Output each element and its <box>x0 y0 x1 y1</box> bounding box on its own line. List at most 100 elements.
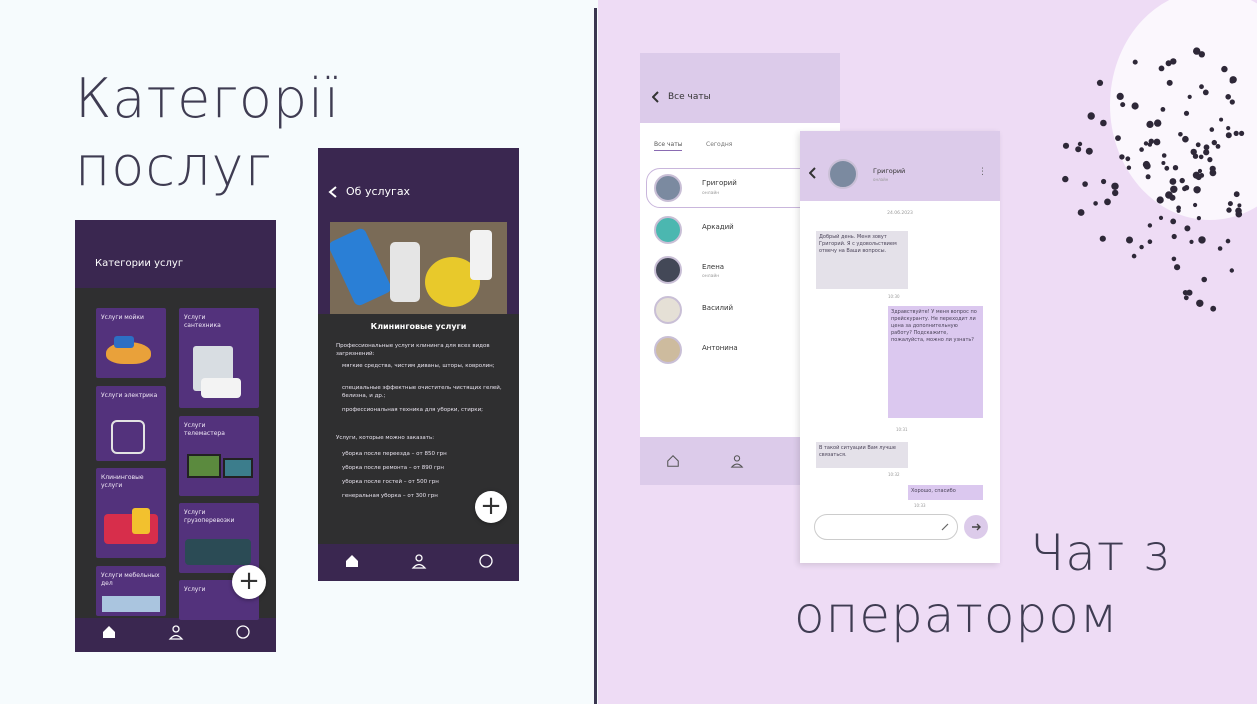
tile-furniture[interactable]: Услуги мебельных дел <box>96 566 166 616</box>
decor-dot <box>1142 160 1150 169</box>
decor-dot <box>1178 132 1183 137</box>
decor-dot <box>1196 299 1204 307</box>
decor-dot <box>1225 238 1231 244</box>
decor-dot <box>1221 65 1228 73</box>
chat-contact-name: Григорий <box>873 167 906 175</box>
tile-label: Услуги мебельных дел <box>101 572 160 587</box>
decor-dot <box>1202 89 1209 96</box>
tile-electric[interactable]: Услуги электрика <box>96 386 166 461</box>
decor-dot <box>1233 130 1239 136</box>
panel-title-line1: Чат з <box>1030 524 1171 582</box>
tile-tv[interactable]: Услуги телемастера <box>179 416 259 496</box>
tile-moving[interactable]: Услуги грузоперевозки <box>179 503 259 573</box>
decor-dot <box>1119 154 1125 160</box>
decor-dot <box>1239 130 1245 136</box>
chat-icon[interactable] <box>478 553 494 569</box>
decor-dot <box>1172 165 1179 171</box>
decor-dot <box>1139 147 1144 152</box>
chat-icon[interactable] <box>235 624 251 640</box>
tile-plumbing[interactable]: Услуги сантехника <box>179 308 259 408</box>
decor-dot <box>1143 141 1149 146</box>
bottom-nav <box>318 541 519 581</box>
message-time: 10:31 <box>896 427 908 432</box>
service-bullet: специальные эффектные очиститель чистящи… <box>342 385 502 399</box>
decor-dot <box>1183 295 1189 301</box>
service-price: уборка после гостей – от 500 грн <box>342 479 439 485</box>
user-icon[interactable] <box>411 553 427 569</box>
contact-name[interactable]: Аркадий <box>702 223 734 231</box>
send-button[interactable] <box>964 515 988 539</box>
back-icon[interactable] <box>809 167 817 179</box>
home-icon[interactable] <box>666 454 680 468</box>
service-back-label[interactable]: Об услугах <box>346 185 410 198</box>
decor-dot <box>1154 119 1162 127</box>
decor-dot <box>1192 171 1200 179</box>
decor-dot <box>1196 216 1201 221</box>
decor-dot <box>1147 223 1153 228</box>
decor-dot <box>1229 268 1234 273</box>
message-user: Хорошо, спасибо <box>908 485 983 500</box>
decor-dot <box>1182 290 1188 296</box>
decor-dot <box>1077 209 1085 216</box>
decor-dot <box>1101 178 1107 185</box>
decor-dot <box>1166 79 1173 86</box>
tab-today[interactable]: Сегодня <box>706 141 732 148</box>
service-intro: Профессиональные услуги клининга для все… <box>336 343 490 357</box>
back-icon[interactable] <box>652 91 660 103</box>
tile-image-detail <box>132 508 150 534</box>
contact-status: онлайн <box>702 274 720 279</box>
decor-dot <box>1147 239 1153 244</box>
decor-dot <box>1183 110 1190 116</box>
add-button[interactable]: + <box>475 491 507 523</box>
paperclip-icon[interactable] <box>940 522 950 532</box>
decor-dot <box>1174 264 1181 271</box>
tile-cleaning[interactable]: Клининговые услуги <box>96 468 166 558</box>
decor-dot <box>1184 225 1191 232</box>
service-bullet: профессиональная техника для уборки, сти… <box>342 407 484 413</box>
add-button[interactable]: + <box>232 565 266 599</box>
tab-all[interactable]: Все чаты <box>654 141 683 151</box>
decor-dot <box>1126 236 1133 244</box>
contact-name[interactable]: Василий <box>702 304 733 312</box>
message-input[interactable] <box>814 514 958 540</box>
contact-name[interactable]: Елена <box>702 263 724 271</box>
decor-dot <box>1111 182 1119 190</box>
tile-washing[interactable]: Услуги мойки <box>96 308 166 378</box>
decor-dot <box>1226 126 1231 131</box>
tile-label: Клининговые услуги <box>101 474 144 489</box>
tile-image <box>111 420 145 454</box>
decor-dot <box>1116 92 1124 100</box>
tile-image <box>187 454 221 478</box>
user-icon[interactable] <box>730 454 744 468</box>
decor-dot <box>1077 141 1083 147</box>
decor-dot <box>1187 94 1192 99</box>
decor-dot <box>1085 147 1093 155</box>
home-icon[interactable] <box>344 553 360 569</box>
decor-dot <box>1099 235 1106 242</box>
decor-dot <box>1139 244 1144 250</box>
avatar <box>828 159 858 189</box>
tile-label: Услуги грузоперевозки <box>184 509 235 524</box>
decor-dot <box>1235 207 1242 215</box>
service-title: Клининговые услуги <box>370 322 467 331</box>
service-price: уборка после ремонта – от 890 грн <box>342 465 444 471</box>
back-icon[interactable] <box>328 185 338 198</box>
contact-name[interactable]: Антонина <box>702 344 738 352</box>
message-time: 10:32 <box>888 472 900 477</box>
avatar <box>654 336 682 364</box>
message-time: 10:33 <box>914 503 926 508</box>
chat-date: 24.06.2023 <box>887 211 913 216</box>
service-price: уборка после переезда – от 850 грн <box>342 451 447 457</box>
panel-title-line2: послуг <box>75 135 273 198</box>
plus-icon: + <box>238 566 260 596</box>
decor-dot <box>1165 191 1173 199</box>
home-icon[interactable] <box>101 624 117 640</box>
decor-dot <box>1182 186 1188 192</box>
menu-dots-icon[interactable]: ⋮ <box>978 167 987 177</box>
user-icon[interactable] <box>168 624 184 640</box>
decor-dot <box>1104 198 1111 206</box>
chats-back-label[interactable]: Все чаты <box>668 92 711 102</box>
tile-image-detail <box>201 378 241 398</box>
tile-image <box>102 596 160 612</box>
decor-dot <box>1209 127 1215 132</box>
